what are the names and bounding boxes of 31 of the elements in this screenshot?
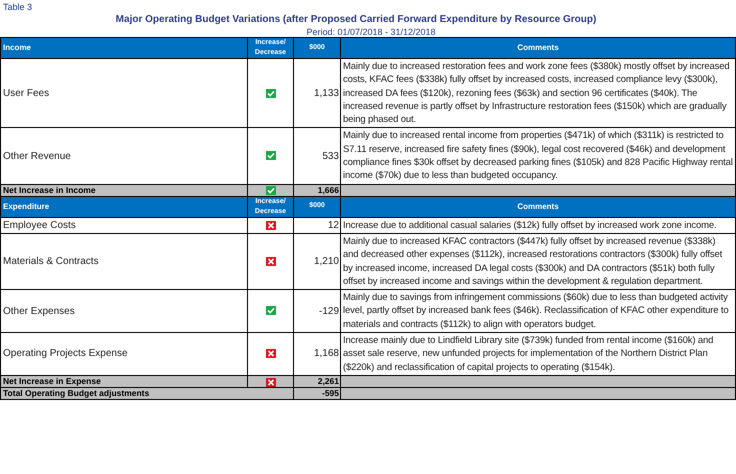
column-header: Expenditure <box>0 196 248 218</box>
table-cell: Mainly due to increased rental income from properties ($471k) of which ($311k) is restricted to S7.11 reserve, increased fire safety fines ($90k), legal cost recovered ($46k) and development compliance fines $30k offset by decreased parking fines ($105k) and 828 Pacific Highway rental income ($70k) due to less than budgeted occupancy. <box>340 128 736 184</box>
table-cell: Operating Projects Expense <box>0 332 248 376</box>
table-cell: Net Increase in Expense <box>0 375 248 388</box>
column-header: Income <box>0 38 248 58</box>
table-cell: -129 <box>294 290 340 333</box>
table-cell: 1,666 <box>294 184 340 196</box>
table-cell: Materials & Contracts <box>0 233 248 290</box>
table-cell: Increase due to additional casual salaries ($12k) fully offset by increased work zone income. <box>340 217 736 234</box>
period-text: Period: 01/07/2018 - 31/12/2018 <box>305 26 437 39</box>
table-cell: Mainly due to increased restoration fees and work zone fees ($380k) mostly offset by increased costs, KFAC fees ($338k) fully offset by increased costs, increased compliance levy ($300k), increased DA fees ($120k), rezoning fees ($63k) and section 96 certificates ($40k). The increased revenue is partly offset by Infrastructure restoration fees ($150k) which are gradually being phased out. <box>340 58 736 128</box>
table-cell: Net Increase in Income <box>0 184 248 196</box>
table-cell: 533 <box>294 128 340 184</box>
table-cell: Other Expenses <box>0 290 248 333</box>
table-cell: 12 <box>294 217 340 234</box>
table-cell: Other Revenue <box>0 128 248 184</box>
table-cell: 1,133 <box>294 58 340 128</box>
table-cell: 1,210 <box>294 233 340 290</box>
table-cell: 2,261 <box>294 375 340 388</box>
table-cell: 1,168 <box>294 332 340 376</box>
table-caption: Table 3 <box>3 1 32 14</box>
table-cell: Employee Costs <box>0 217 248 234</box>
table-cell: Mainly due to increased KFAC contractors ($447k) fully offset by increased revenue ($338k) and decreased other expenses ($112k), increased restorations contractors ($300k) fully offset by increased income, increased DA legal costs ($300k) and DA contractors ($51k) both fully offset by increased income and savings within the development & regulation department. <box>340 233 736 290</box>
column-header: Comments <box>340 38 736 58</box>
table-cell: Mainly due to savings from infringement commissions ($60k) due to less than budgeted activity level, partly offset by increased bank fees ($46k). Reclassification of KFAC other expenditure to materials and contracts ($112k) to align with operators budget. <box>340 290 736 333</box>
table-cell: -595 <box>294 387 340 400</box>
table-cell: Total Operating Budget adjustments <box>0 387 294 400</box>
table-cell: Increase mainly due to Lindfield Library site ($739k) funded from rental income ($160k) and asset sale reserve, new unfunded projects for implementation of the Northern District Plan ($220k) and reclassification of capital projects to operating ($154k). <box>340 332 736 376</box>
column-header: Comments <box>340 196 736 218</box>
table-title: Major Operating Budget Variations (after Proposed Carried Forward Expenditure by Resource Group) <box>114 13 598 27</box>
table-cell: User Fees <box>0 58 248 128</box>
